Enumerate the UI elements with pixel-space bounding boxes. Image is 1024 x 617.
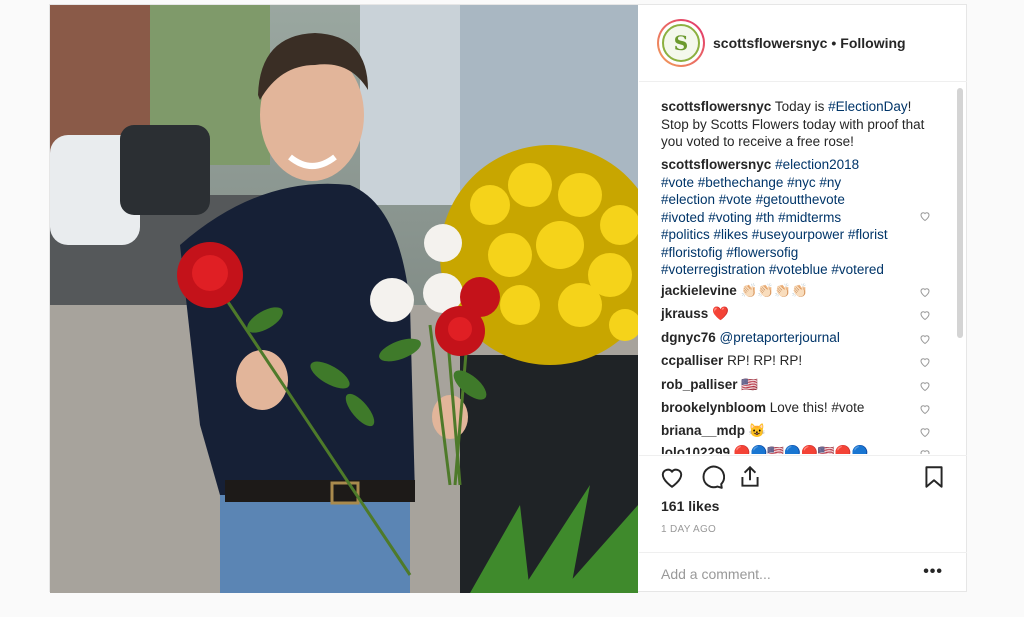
comment-text: 🔴🔵🇺🇸🔵🔴🇺🇸🔴🔵 xyxy=(733,445,869,454)
post-actions: 161 likes 1 DAY AGO Add a comment... ••• xyxy=(639,455,967,582)
comment-icon[interactable] xyxy=(699,464,725,490)
comment-username[interactable]: ccpalliser xyxy=(661,353,723,368)
avatar[interactable]: S xyxy=(657,19,705,67)
comment-text: RP! RP! RP! xyxy=(727,353,803,368)
caption: scottsflowersnyc Today is #ElectionDay! … xyxy=(661,98,931,151)
like-comment-heart-icon[interactable] xyxy=(919,448,931,454)
comment-username[interactable]: rob_palliser xyxy=(661,377,738,392)
post-side-panel: S scottsflowersnyc • Following scottsflowe… xyxy=(639,5,967,591)
comments-scrollbar[interactable] xyxy=(957,88,963,338)
comments-section[interactable]: scottsflowersnyc Today is #ElectionDay! … xyxy=(639,82,967,454)
hashtag-line[interactable]: #election #vote #getoutthevote xyxy=(661,192,845,207)
heart-icon[interactable] xyxy=(659,464,685,490)
following-button[interactable]: Following xyxy=(840,35,905,51)
comment-text: 🇺🇸 xyxy=(741,377,759,392)
header-username[interactable]: scottsflowersnyc xyxy=(713,35,827,51)
comment-item: rob_palliser 🇺🇸 xyxy=(661,376,758,394)
post-header: S scottsflowersnyc • Following xyxy=(639,5,967,82)
add-comment-bar: Add a comment... ••• xyxy=(639,552,967,595)
comment-text: Love this! #vote xyxy=(769,400,865,415)
instagram-post: S scottsflowersnyc • Following scottsflowe… xyxy=(49,4,967,593)
post-photo[interactable] xyxy=(50,5,638,593)
header-line: scottsflowersnyc • Following xyxy=(713,35,906,51)
comment-item: ccpalliser RP! RP! RP! xyxy=(661,352,802,370)
photo-illustration xyxy=(50,5,638,593)
hashtag-line[interactable]: #election2018 xyxy=(775,157,859,172)
hashtag-line[interactable]: #vote #bethechange #nyc #ny xyxy=(661,175,841,190)
hashtag-line[interactable]: #voterregistration #voteblue #votered xyxy=(661,262,884,277)
comment-username[interactable]: lolo102299 xyxy=(661,445,730,454)
like-comment-heart-icon[interactable] xyxy=(919,286,931,298)
tags-comment: scottsflowersnyc #election2018 #vote #be… xyxy=(661,156,931,279)
caption-hashtag[interactable]: #ElectionDay xyxy=(828,99,908,114)
header-separator: • xyxy=(831,35,837,51)
comment-username[interactable]: jackielevine xyxy=(661,283,737,298)
like-comment-heart-icon[interactable] xyxy=(919,333,931,345)
comment-item: jkrauss ❤️ xyxy=(661,305,729,323)
share-icon[interactable] xyxy=(737,464,763,490)
add-comment-input[interactable]: Add a comment... xyxy=(661,566,771,582)
comment-item: jackielevine 👏🏻👏🏻👏🏻👏🏻 xyxy=(661,282,808,300)
like-comment-heart-icon[interactable] xyxy=(919,309,931,321)
hashtag-line[interactable]: #ivoted #voting #th #midterms xyxy=(661,210,841,225)
comment-text: 👏🏻👏🏻👏🏻👏🏻 xyxy=(740,283,808,298)
like-comment-heart-icon[interactable] xyxy=(919,426,931,438)
like-comment-heart-icon[interactable] xyxy=(919,403,931,415)
comment-item: dgnyc76 @pretaporterjournal xyxy=(661,329,840,347)
comment-mention[interactable]: @pretaporterjournal xyxy=(720,330,840,345)
comment-item: briana__mdp 😺 xyxy=(661,422,766,440)
hashtag-line[interactable]: #politics #likes #useyourpower #florist xyxy=(661,227,888,242)
caption-username[interactable]: scottsflowersnyc xyxy=(661,99,771,114)
comment-username[interactable]: jkrauss xyxy=(661,306,708,321)
like-comment-heart-icon[interactable] xyxy=(919,210,931,222)
comment-item: lolo102299 🔴🔵🇺🇸🔵🔴🇺🇸🔴🔵 xyxy=(661,444,868,454)
comment-username[interactable]: scottsflowersnyc xyxy=(661,157,771,172)
comment-text: 😺 xyxy=(748,423,766,438)
comment-username[interactable]: briana__mdp xyxy=(661,423,745,438)
caption-text: Today is xyxy=(774,99,825,114)
comment-username[interactable]: brookelynbloom xyxy=(661,400,766,415)
avatar-logo: S xyxy=(662,24,700,62)
bookmark-icon[interactable] xyxy=(921,464,947,490)
like-comment-heart-icon[interactable] xyxy=(919,356,931,368)
avatar-image: S xyxy=(659,21,703,65)
like-comment-heart-icon[interactable] xyxy=(919,380,931,392)
post-timestamp[interactable]: 1 DAY AGO xyxy=(661,524,716,535)
hashtag-line[interactable]: #floristofig #flowersofig xyxy=(661,245,798,260)
comment-text: ❤️ xyxy=(712,306,729,321)
more-icon[interactable]: ••• xyxy=(923,563,943,581)
comment-item: brookelynbloom Love this! #vote xyxy=(661,399,864,417)
likes-count[interactable]: 161 likes xyxy=(661,498,719,514)
comment-username[interactable]: dgnyc76 xyxy=(661,330,716,345)
